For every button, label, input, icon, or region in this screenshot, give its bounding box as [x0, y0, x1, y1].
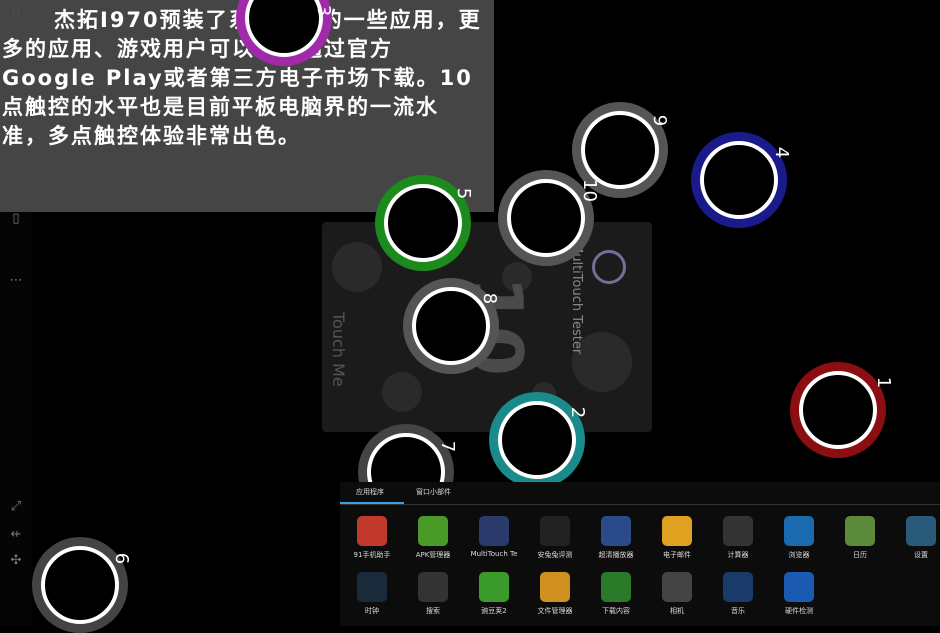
app-label: 硬件检测: [785, 607, 813, 615]
expand-icon: ⤢: [10, 499, 22, 514]
touch-ring-inner: [799, 371, 877, 449]
touch-ring-inner: [245, 0, 323, 57]
touch-ring-6: [32, 537, 128, 633]
app-icon: [479, 516, 509, 546]
app-icon: [601, 572, 631, 602]
app-item[interactable]: 91手机助手: [343, 516, 401, 560]
app-drawer: 应用程序 窗口小部件 91手机助手 APK管理器 MultiTouch Te 安兔兔评…: [340, 482, 940, 626]
app-item[interactable]: APK管理器: [404, 516, 462, 560]
more-icon: ⋯: [9, 273, 23, 288]
touch-ring-number: 1: [873, 376, 895, 389]
app-icon: [906, 516, 936, 546]
app-icon: [723, 516, 753, 546]
app-icon: [662, 516, 692, 546]
app-icon: [784, 572, 814, 602]
tester-logo-icon: [592, 250, 626, 284]
copy-icon: ▯: [12, 211, 20, 226]
app-label: 音乐: [731, 607, 745, 615]
app-item[interactable]: 设置: [892, 516, 940, 560]
app-label: 电子邮件: [663, 551, 691, 559]
touch-ring-number: 7: [437, 440, 459, 453]
app-icon: [723, 572, 753, 602]
touch-ring-number: 4: [771, 146, 793, 159]
tab-apps-underline: [340, 502, 404, 504]
app-label: 浏览器: [788, 551, 810, 559]
touch-ring-inner: [498, 401, 576, 479]
app-icon: [784, 516, 814, 546]
app-icon: [601, 516, 631, 546]
app-icon: [418, 572, 448, 602]
app-icon: [357, 516, 387, 546]
app-item[interactable]: 相机: [648, 572, 706, 616]
app-item[interactable]: 下载内容: [587, 572, 645, 616]
app-icon: [540, 516, 570, 546]
tab-widgets[interactable]: 窗口小部件: [416, 487, 451, 497]
drawer-tabs: 应用程序 窗口小部件: [340, 482, 940, 505]
touch-me-label: Touch Me: [329, 312, 348, 387]
app-item[interactable]: 音乐: [709, 572, 767, 616]
touch-ring-1: [790, 362, 886, 458]
app-label: 计算器: [727, 551, 749, 559]
app-item[interactable]: 硬件检测: [770, 572, 828, 616]
touch-ring-number: 8: [479, 292, 501, 305]
app-item[interactable]: 浏览器: [770, 516, 828, 560]
app-label: 超清播放器: [598, 551, 634, 559]
app-item[interactable]: 豌豆荚2: [465, 572, 523, 616]
app-label: 搜索: [426, 607, 440, 615]
app-label: 日历: [853, 551, 867, 559]
touch-ring-number: 10: [578, 179, 600, 202]
android-icon: ✣: [10, 553, 22, 568]
app-item[interactable]: MultiTouch Te: [465, 516, 523, 558]
touch-ring-inner: [384, 184, 462, 262]
app-label: 91手机助手: [353, 551, 391, 559]
app-icon: [662, 572, 692, 602]
app-icon: [540, 572, 570, 602]
app-label: 豌豆荚2: [481, 607, 507, 615]
touch-ring-number: 2: [567, 406, 589, 419]
app-item[interactable]: 计算器: [709, 516, 767, 560]
touch-ring-number: 9: [649, 114, 671, 127]
touch-ring-inner: [700, 141, 778, 219]
app-label: MultiTouch Te: [470, 550, 518, 558]
app-item[interactable]: 安兔兔评测: [526, 516, 584, 560]
touch-ring-inner: [507, 179, 585, 257]
touch-ring-number: 6: [111, 552, 133, 565]
usb-icon: ⇷: [10, 527, 22, 542]
app-label: 安兔兔评测: [537, 551, 573, 559]
touch-ring-inner: [581, 111, 659, 189]
app-label: 时钟: [365, 607, 379, 615]
touch-ring-number: 3: [313, 4, 335, 17]
app-icon: [357, 572, 387, 602]
app-label: 相机: [670, 607, 684, 615]
tab-apps[interactable]: 应用程序: [356, 487, 384, 497]
app-item[interactable]: 电子邮件: [648, 516, 706, 560]
app-item[interactable]: 超清播放器: [587, 516, 645, 560]
touch-ring-number: 5: [453, 187, 475, 200]
app-icon: [418, 516, 448, 546]
app-item[interactable]: 日历: [831, 516, 889, 560]
app-icon: [479, 572, 509, 602]
app-label: APK管理器: [415, 551, 451, 559]
app-item[interactable]: 搜索: [404, 572, 462, 616]
app-label: 设置: [914, 551, 928, 559]
touch-ring-inner: [41, 546, 119, 624]
app-label: 下载内容: [602, 607, 630, 615]
app-icon: [845, 516, 875, 546]
app-item[interactable]: 时钟: [343, 572, 401, 616]
app-label: 文件管理器: [537, 607, 573, 615]
app-item[interactable]: 文件管理器: [526, 572, 584, 616]
